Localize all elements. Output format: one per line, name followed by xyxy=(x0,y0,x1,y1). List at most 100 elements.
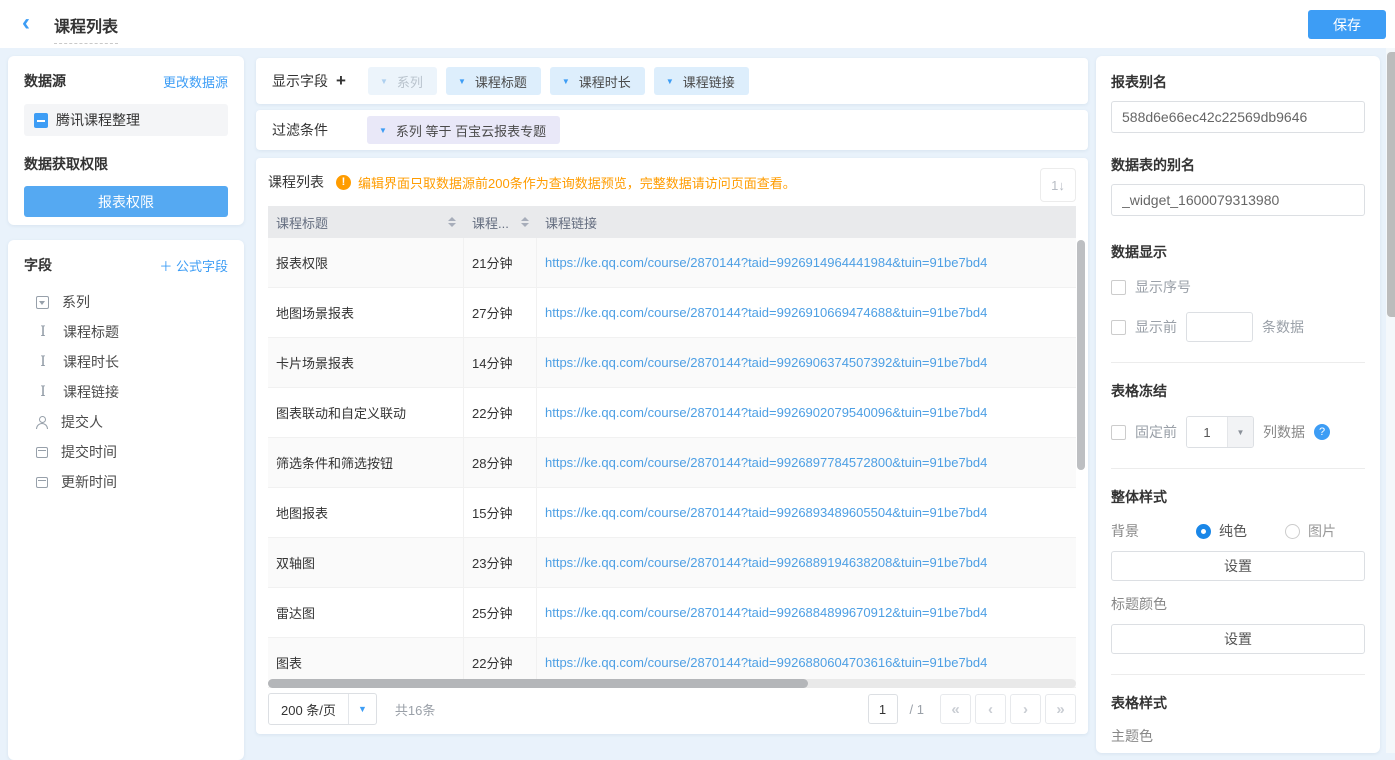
page-size-select[interactable]: 200 条/页 xyxy=(268,693,377,725)
course-link[interactable]: https://ke.qq.com/course/2870144?taid=99… xyxy=(545,305,987,320)
horizontal-scrollbar-thumb[interactable] xyxy=(268,679,808,688)
table-row: 地图场景报表 27分钟 https://ke.qq.com/course/287… xyxy=(268,288,1076,338)
cell-course-link: https://ke.qq.com/course/2870144?taid=99… xyxy=(537,555,1076,570)
freeze-label: 固定前 xyxy=(1135,422,1177,442)
display-field-chip[interactable]: 系列 xyxy=(368,67,437,95)
datasource-panel: 数据源 更改数据源 腾讯课程整理 数据获取权限 报表权限 xyxy=(8,56,244,225)
show-index-label: 显示序号 xyxy=(1135,277,1191,297)
add-formula-field-link[interactable]: ＋ 公式字段 xyxy=(159,256,228,275)
data-display-heading: 数据显示 xyxy=(1111,242,1365,262)
cell-course-duration: 14分钟 xyxy=(464,338,537,387)
table-vertical-scrollbar[interactable] xyxy=(1077,240,1085,470)
sort-arrows-icon xyxy=(521,217,529,227)
table-row: 图表联动和自定义联动 22分钟 https://ke.qq.com/course… xyxy=(268,388,1076,438)
cell-course-title: 图表联动和自定义联动 xyxy=(268,388,464,437)
table-row: 双轴图 23分钟 https://ke.qq.com/course/287014… xyxy=(268,538,1076,588)
table-alias-input[interactable] xyxy=(1111,184,1365,216)
field-label: 课程链接 xyxy=(63,382,119,402)
cell-course-link: https://ke.qq.com/course/2870144?taid=99… xyxy=(537,355,1076,370)
course-link[interactable]: https://ke.qq.com/course/2870144?taid=99… xyxy=(545,655,987,670)
field-label: 课程标题 xyxy=(63,322,119,342)
course-link[interactable]: https://ke.qq.com/course/2870144?taid=99… xyxy=(545,255,987,270)
fields-panel: 字段 ＋ 公式字段 系列 课程标题 课程时长 课程链接 xyxy=(8,240,244,760)
change-datasource-link[interactable]: 更改数据源 xyxy=(163,72,228,91)
previous-page-button[interactable] xyxy=(975,694,1006,724)
cell-course-title: 双轴图 xyxy=(268,538,464,587)
display-field-chip[interactable]: 课程时长 xyxy=(550,67,645,95)
back-icon[interactable] xyxy=(22,12,46,36)
field-item[interactable]: 课程时长 xyxy=(24,347,228,377)
bg-solid-radio[interactable] xyxy=(1196,524,1211,539)
add-display-field-button[interactable] xyxy=(336,71,356,91)
current-page-input[interactable]: 1 xyxy=(868,694,898,724)
next-page-button[interactable] xyxy=(1010,694,1041,724)
help-icon[interactable] xyxy=(1314,424,1330,440)
cell-course-duration: 15分钟 xyxy=(464,488,537,537)
column-header-link: 课程链接 xyxy=(537,206,1076,238)
field-item[interactable]: 提交人 xyxy=(24,407,228,437)
course-link[interactable]: https://ke.qq.com/course/2870144?taid=99… xyxy=(545,455,987,470)
field-item[interactable]: 课程链接 xyxy=(24,377,228,407)
field-item[interactable]: 提交时间 xyxy=(24,437,228,467)
cell-course-link: https://ke.qq.com/course/2870144?taid=99… xyxy=(537,405,1076,420)
display-field-chips: 系列 课程标题 课程时长 课程链接 xyxy=(368,67,749,95)
display-field-chip[interactable]: 课程链接 xyxy=(654,67,749,95)
course-link[interactable]: https://ke.qq.com/course/2870144?taid=99… xyxy=(545,355,987,370)
report-permission-button[interactable]: 报表权限 xyxy=(24,186,228,217)
cell-course-title: 筛选条件和筛选按钮 xyxy=(268,438,464,487)
first-page-button[interactable] xyxy=(940,694,971,724)
cell-course-title: 地图场景报表 xyxy=(268,288,464,337)
filter-label: 过滤条件 xyxy=(272,120,367,140)
chevron-down-icon xyxy=(348,694,376,724)
background-set-button[interactable]: 设置 xyxy=(1111,551,1365,581)
cell-course-title: 报表权限 xyxy=(268,238,464,287)
background-label: 背景 xyxy=(1111,521,1196,541)
cell-course-link: https://ke.qq.com/course/2870144?taid=99… xyxy=(537,655,1076,670)
table-row: 报表权限 21分钟 https://ke.qq.com/course/28701… xyxy=(268,238,1076,288)
sort-order-button[interactable] xyxy=(1040,168,1076,202)
last-page-button[interactable] xyxy=(1045,694,1076,724)
column-header-duration[interactable]: 课程... xyxy=(464,206,537,238)
show-index-checkbox[interactable] xyxy=(1111,280,1126,295)
page-scrollbar[interactable] xyxy=(1386,0,1395,753)
divider xyxy=(1111,468,1365,469)
fields-heading: 字段 xyxy=(24,255,52,275)
field-item[interactable]: 课程标题 xyxy=(24,317,228,347)
horizontal-scrollbar[interactable] xyxy=(268,679,1076,688)
field-item[interactable]: 更新时间 xyxy=(24,467,228,497)
show-first-suffix: 条数据 xyxy=(1262,317,1304,337)
field-label: 课程时长 xyxy=(63,352,119,372)
cell-course-duration: 28分钟 xyxy=(464,438,537,487)
cell-course-duration: 27分钟 xyxy=(464,288,537,337)
course-link[interactable]: https://ke.qq.com/course/2870144?taid=99… xyxy=(545,555,987,570)
show-first-checkbox[interactable] xyxy=(1111,320,1126,335)
filter-condition-chip[interactable]: 系列 等于 百宝云报表专题 xyxy=(367,116,560,144)
table-row: 地图报表 15分钟 https://ke.qq.com/course/28701… xyxy=(268,488,1076,538)
freeze-columns-checkbox[interactable] xyxy=(1111,425,1126,440)
datasource-name: 腾讯课程整理 xyxy=(56,110,140,130)
display-field-chip[interactable]: 课程标题 xyxy=(446,67,541,95)
cell-course-duration: 25分钟 xyxy=(464,588,537,637)
select-icon xyxy=(36,296,49,309)
bg-image-radio[interactable] xyxy=(1285,524,1300,539)
show-first-count-input[interactable] xyxy=(1186,312,1253,342)
filter-bar: 过滤条件 系列 等于 百宝云报表专题 xyxy=(256,110,1088,150)
page-scrollbar-thumb[interactable] xyxy=(1387,52,1395,317)
title-color-set-button[interactable]: 设置 xyxy=(1111,624,1365,654)
field-label: 系列 xyxy=(62,292,90,312)
report-alias-label: 报表别名 xyxy=(1111,72,1365,92)
cell-course-link: https://ke.qq.com/course/2870144?taid=99… xyxy=(537,505,1076,520)
field-item[interactable]: 系列 xyxy=(24,287,228,317)
course-link[interactable]: https://ke.qq.com/course/2870144?taid=99… xyxy=(545,505,987,520)
course-link[interactable]: https://ke.qq.com/course/2870144?taid=99… xyxy=(545,605,987,620)
page-of-total: / 1 xyxy=(910,702,924,717)
course-link[interactable]: https://ke.qq.com/course/2870144?taid=99… xyxy=(545,405,987,420)
freeze-count-select[interactable]: 1 xyxy=(1186,416,1254,448)
cell-course-link: https://ke.qq.com/course/2870144?taid=99… xyxy=(537,605,1076,620)
save-button[interactable]: 保存 xyxy=(1308,10,1386,39)
cell-course-duration: 23分钟 xyxy=(464,538,537,587)
report-alias-input[interactable] xyxy=(1111,101,1365,133)
datasource-item[interactable]: 腾讯课程整理 xyxy=(24,104,228,136)
table-title: 课程列表 xyxy=(268,172,324,192)
column-header-title[interactable]: 课程标题 xyxy=(268,206,464,238)
